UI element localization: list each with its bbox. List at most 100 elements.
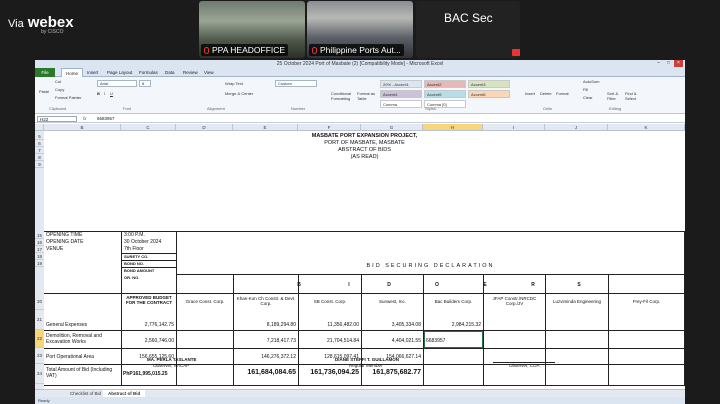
table-border: [44, 348, 685, 349]
italic-button[interactable]: I: [104, 91, 105, 96]
bold-button[interactable]: B: [97, 91, 100, 96]
cell-style[interactable]: Accent2: [424, 80, 466, 88]
column-header[interactable]: I: [483, 124, 545, 131]
table-border: [684, 231, 685, 385]
insert-cells-button[interactable]: Insert: [525, 91, 535, 96]
minimize-icon[interactable]: –: [654, 60, 663, 67]
bidder-name: Grace Const. Corp.: [185, 299, 225, 304]
column-header[interactable]: D: [176, 124, 233, 131]
formula-input[interactable]: 6683957: [97, 116, 115, 121]
cell-style[interactable]: Accent3: [468, 80, 510, 88]
header-letter: D: [387, 282, 391, 288]
row-header[interactable]: 18: [35, 253, 44, 260]
row-header[interactable]: 5: [35, 133, 44, 140]
format-as-table-button[interactable]: Format as Table: [357, 91, 377, 101]
header-letter: B: [297, 282, 301, 288]
sheet-tabs: Checklist of Bid Abstract of Bid: [35, 389, 685, 398]
row-header[interactable]: 21: [35, 310, 44, 330]
wrap-text-button[interactable]: Wrap Text: [225, 81, 243, 86]
cell-style[interactable]: Accent5: [424, 90, 466, 98]
paste-button[interactable]: Paste: [39, 89, 49, 94]
row-header[interactable]: 9: [35, 161, 44, 168]
group-label: Editing: [609, 106, 622, 111]
format-painter-button[interactable]: Format Painter: [55, 95, 81, 100]
row-header[interactable]: 20: [35, 294, 44, 310]
row-header[interactable]: 23: [35, 348, 44, 364]
cell-style[interactable]: 20% - Accent1: [380, 80, 422, 88]
tab-data[interactable]: Data: [161, 68, 179, 77]
item-budget: 2,776,142.75: [144, 322, 174, 328]
table-border: [44, 293, 685, 294]
maximize-icon[interactable]: □: [664, 60, 673, 67]
underline-button[interactable]: U: [110, 91, 113, 96]
bidder-name: Luzviminda Engineering: [552, 299, 602, 304]
cell-style[interactable]: Accent4: [380, 90, 422, 98]
row-header[interactable]: 8: [35, 154, 44, 161]
bid-value: 8,189,294.80: [266, 322, 296, 328]
status-bar: Ready: [35, 397, 685, 404]
number-format-select[interactable]: Custom: [275, 80, 317, 87]
fx-icon[interactable]: fx: [83, 116, 87, 121]
format-cells-button[interactable]: Format: [556, 91, 569, 96]
name-box[interactable]: H22: [37, 116, 77, 122]
row-header[interactable]: 7: [35, 147, 44, 154]
table-border: [545, 274, 546, 385]
column-header[interactable]: J: [545, 124, 608, 131]
copy-button[interactable]: Copy: [55, 87, 64, 92]
row-header[interactable]: 15: [35, 232, 44, 239]
column-header[interactable]: K: [608, 124, 685, 131]
tab-view[interactable]: View: [200, 68, 218, 77]
bidder-name: Bac Builders Corp.: [434, 299, 473, 304]
clear-button[interactable]: Clear: [583, 95, 593, 100]
cell-style[interactable]: Accent6: [468, 90, 510, 98]
participant-tile-philippine-ports[interactable]: Philippine Ports Aut...: [307, 1, 413, 58]
opening-time-label: OPENING TIME: [46, 232, 83, 238]
formula-bar: H22 fx 6683957: [35, 115, 685, 123]
column-header[interactable]: G: [361, 124, 423, 131]
project-title: MASBATE PORT EXPANSION PROJECT,: [311, 133, 418, 139]
row-header[interactable]: 19: [35, 260, 44, 267]
worksheet-grid[interactable]: MASBATE PORT EXPANSION PROJECT, PORT OF …: [44, 131, 685, 389]
autosum-button[interactable]: AutoSum: [583, 79, 599, 84]
fill-button[interactable]: Fill: [583, 87, 588, 92]
bidder-name: JFAP Constr./NRCDC Corp./JV: [492, 296, 537, 306]
cell-style[interactable]: Comma: [380, 100, 422, 108]
participant-tile-ppa-headoffice[interactable]: PPA HEADOFFICE: [199, 1, 305, 58]
bidder-name: Sunwest, Inc.: [378, 299, 406, 304]
row-header[interactable]: 22: [35, 330, 44, 348]
column-header[interactable]: E: [233, 124, 298, 131]
tab-page-layout[interactable]: Page Layout: [103, 68, 136, 77]
signatory-role: Observer, COA: [509, 363, 540, 368]
font-name-select[interactable]: Arial: [97, 80, 137, 87]
participant-name: BAC Sec: [444, 11, 493, 25]
mic-muted-icon: [204, 47, 209, 54]
tab-formulas[interactable]: Formulas: [135, 68, 162, 77]
sort-filter-button[interactable]: Sort & Filter: [607, 91, 621, 101]
tab-file[interactable]: File: [35, 68, 55, 77]
close-icon[interactable]: ×: [674, 60, 683, 67]
column-header[interactable]: B: [44, 124, 121, 131]
tab-insert[interactable]: Insert: [83, 68, 102, 77]
participant-tile-bac-sec[interactable]: BAC Sec: [416, 1, 520, 58]
row-header[interactable]: 17: [35, 246, 44, 253]
find-select-button[interactable]: Find & Select: [625, 91, 639, 101]
bidder-name: Khan-Kon Ch Constr. & Devt. Corp.: [236, 296, 296, 306]
cut-button[interactable]: Cut: [55, 79, 61, 84]
tab-home[interactable]: Home: [61, 68, 84, 77]
column-header[interactable]: C: [121, 124, 176, 131]
row-header[interactable]: 16: [35, 239, 44, 246]
column-header[interactable]: H: [423, 124, 483, 131]
row-header[interactable]: 6: [35, 140, 44, 147]
font-size-select[interactable]: 8: [139, 80, 151, 87]
tab-review[interactable]: Review: [179, 68, 202, 77]
conditional-formatting-button[interactable]: Conditional Formatting: [331, 91, 355, 101]
window-title: 25 October 2024 Port of Masbate (2) [Com…: [276, 61, 444, 67]
group-label: Cells: [543, 106, 552, 111]
delete-cells-button[interactable]: Delete: [540, 91, 552, 96]
row-header[interactable]: 24: [35, 364, 44, 384]
select-all-corner[interactable]: [35, 124, 44, 131]
header-letter: E: [483, 282, 487, 288]
merge-center-button[interactable]: Merge & Center: [225, 91, 253, 96]
bid-value: 21,704,514.84: [327, 338, 359, 344]
column-header[interactable]: F: [298, 124, 361, 131]
